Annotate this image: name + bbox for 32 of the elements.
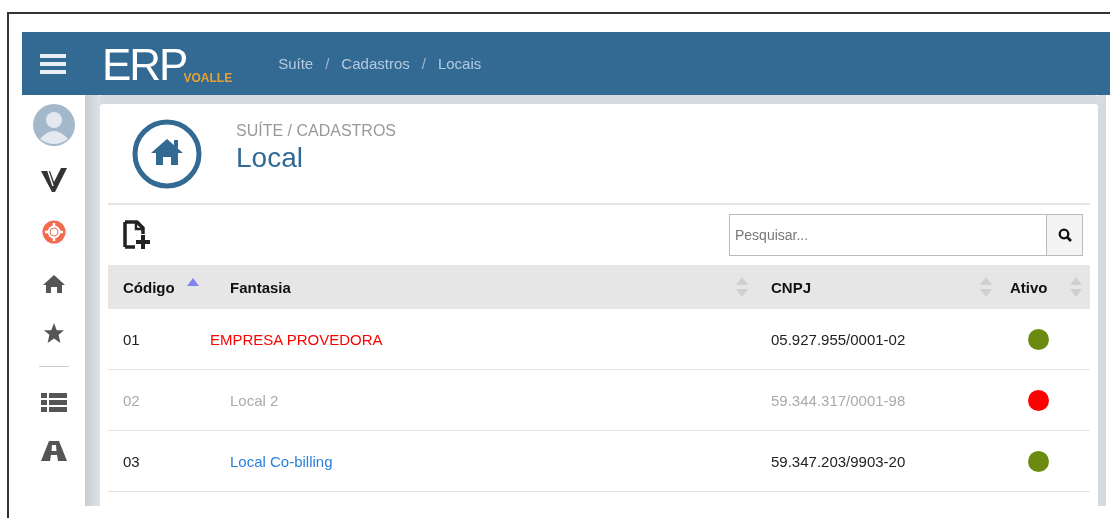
menu-icon[interactable] xyxy=(40,53,66,74)
breadcrumb-separator: / xyxy=(420,55,427,72)
search-field[interactable]: Pesquisar... xyxy=(729,214,1046,256)
sort-ascending-icon[interactable] xyxy=(186,277,199,287)
breadcrumb-separator: / xyxy=(324,55,331,72)
column-header[interactable]: CNPJ xyxy=(771,278,811,296)
breadcrumb-link[interactable]: Cadastros xyxy=(341,55,410,72)
search-button[interactable] xyxy=(1046,214,1083,256)
search-icon xyxy=(1057,228,1072,242)
list-icon[interactable] xyxy=(40,393,67,413)
table-cell-text: 59.347.203/9903-20 xyxy=(770,451,907,472)
table-cell-text: 03 xyxy=(122,451,141,472)
home-icon xyxy=(132,118,202,189)
v-logo-icon[interactable] xyxy=(40,166,67,192)
table-cell-text: 02 xyxy=(122,390,141,411)
home-icon[interactable] xyxy=(41,274,66,294)
lifebuoy-icon[interactable] xyxy=(41,220,66,244)
table-cell: Local 2 xyxy=(230,391,279,409)
table-cell-text: 05.927.955/0001-02 xyxy=(770,329,907,350)
column-header[interactable]: Ativo xyxy=(1010,278,1048,296)
table-cell-text: 01 xyxy=(122,329,141,350)
page-breadcrumb: SUÍTE / CADASTROS xyxy=(236,121,397,140)
page-title: Local xyxy=(236,141,304,174)
road-icon[interactable] xyxy=(40,441,67,461)
table-cell-text: EMPRESA PROVEDORA xyxy=(210,329,383,350)
column-header[interactable]: Código xyxy=(123,278,175,296)
column-header[interactable]: Fantasia xyxy=(230,278,291,296)
new-document-icon[interactable] xyxy=(121,219,153,251)
breadcrumb-link[interactable]: Locais xyxy=(437,55,482,72)
table-cell-text: 59.344.317/0001-98 xyxy=(770,390,907,411)
star-icon[interactable] xyxy=(42,322,65,344)
name-link[interactable]: Local Co-billing xyxy=(230,452,333,470)
